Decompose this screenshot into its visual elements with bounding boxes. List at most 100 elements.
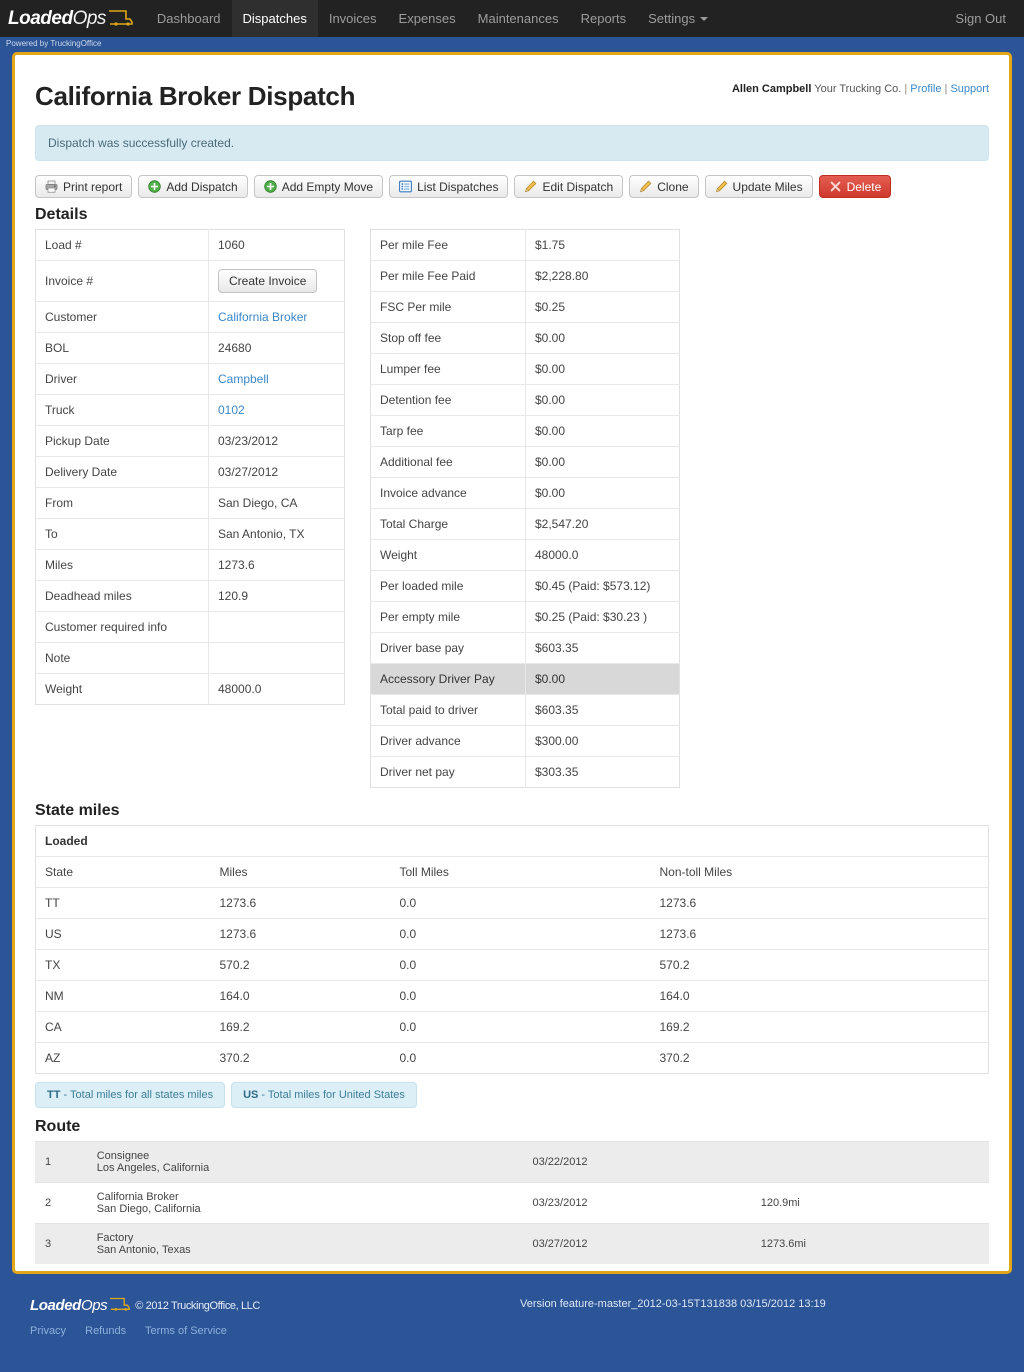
- route-section: Route 1 Consignee Los Angeles, Californi…: [35, 1118, 989, 1264]
- cell-nontoll: 1273.6: [650, 887, 989, 919]
- cell-nontoll: 169.2: [650, 1011, 989, 1043]
- pencil-icon: [715, 180, 728, 193]
- fee-value: $0.00: [525, 663, 680, 695]
- table-row: Tarp fee $0.00: [370, 415, 680, 447]
- fee-value: $0.00: [525, 446, 680, 478]
- detail-label: To: [35, 518, 209, 550]
- table-row: Miles 1273.6: [35, 549, 345, 581]
- nav-item-settings[interactable]: Settings: [637, 0, 719, 37]
- details-section: Load # 1060 Invoice # Create Invoice Cus…: [35, 229, 989, 788]
- fee-value: $603.35: [525, 694, 680, 726]
- table-row: Additional fee $0.00: [370, 446, 680, 478]
- legend-code: TT: [47, 1089, 61, 1101]
- detail-label: Delivery Date: [35, 456, 209, 488]
- detail-label: BOL: [35, 332, 209, 364]
- detail-value: 120.9: [208, 580, 345, 612]
- detail-label: Weight: [35, 673, 209, 705]
- nav-item-settings-label: Settings: [648, 11, 696, 26]
- fee-label: Additional fee: [370, 446, 526, 478]
- profile-link[interactable]: Profile: [910, 83, 941, 95]
- state-miles-section: State miles Loaded State Miles Toll Mile…: [35, 802, 989, 1108]
- terms-of-service-link[interactable]: Terms of Service: [145, 1325, 227, 1337]
- fee-label: Driver net pay: [370, 756, 526, 788]
- table-row: From San Diego, CA: [35, 487, 345, 519]
- detail-value: 48000.0: [208, 673, 345, 705]
- add-empty-move-button[interactable]: Add Empty Move: [253, 175, 384, 198]
- list-dispatches-button[interactable]: List Dispatches: [389, 175, 509, 198]
- footer-links: Privacy Refunds Terms of Service: [30, 1325, 994, 1337]
- detail-label: Pickup Date: [35, 425, 209, 457]
- fee-value: $0.00: [525, 322, 680, 354]
- table-row: Driver net pay $303.35: [370, 756, 680, 788]
- legend-item-tt: TT - Total miles for all states miles: [35, 1082, 226, 1108]
- table-row: FSC Per mile $0.25: [370, 291, 680, 323]
- fee-label: Total paid to driver: [370, 694, 526, 726]
- nav-item-dispatches[interactable]: Dispatches: [231, 0, 318, 37]
- sign-out-link[interactable]: Sign Out: [937, 0, 1024, 37]
- detail-label: Load #: [35, 229, 209, 261]
- fee-value: $0.00: [525, 477, 680, 509]
- route-stop-location: San Diego, California: [96, 1203, 201, 1215]
- fee-value: $0.25: [525, 291, 680, 323]
- truck-link[interactable]: 0102: [218, 403, 245, 417]
- route-date: 03/22/2012: [522, 1141, 751, 1183]
- table-row: Lumper fee $0.00: [370, 353, 680, 385]
- add-dispatch-button[interactable]: Add Dispatch: [138, 175, 248, 198]
- table-row: 3 Factory San Antonio, Texas 03/27/2012 …: [35, 1223, 989, 1264]
- table-row: Customer required info: [35, 611, 345, 643]
- fee-label: FSC Per mile: [370, 291, 526, 323]
- nav-item-maintenances[interactable]: Maintenances: [467, 0, 570, 37]
- nav-item-dashboard[interactable]: Dashboard: [146, 0, 232, 37]
- app-logo[interactable]: Loaded Ops: [0, 0, 146, 37]
- detail-label: Customer required info: [35, 611, 209, 643]
- print-report-button[interactable]: Print report: [35, 175, 133, 198]
- page-frame: California Broker Dispatch Allen Campbel…: [12, 52, 1012, 1274]
- driver-link[interactable]: Campbell: [218, 372, 269, 386]
- fee-value: $0.45 (Paid: $573.12): [525, 570, 680, 602]
- column-header-toll-miles: Toll Miles: [390, 856, 651, 888]
- create-invoice-button[interactable]: Create Invoice: [218, 269, 318, 293]
- table-row: US 1273.6 0.0 1273.6: [35, 918, 989, 950]
- table-row: 1 Consignee Los Angeles, California 03/2…: [35, 1141, 989, 1183]
- route-number: 1: [35, 1141, 87, 1183]
- customer-link[interactable]: California Broker: [218, 310, 307, 324]
- route-distance: [750, 1141, 950, 1183]
- cell-state: NM: [35, 980, 211, 1012]
- table-row: Weight 48000.0: [370, 539, 680, 571]
- route-heading: Route: [35, 1118, 81, 1135]
- nav-item-invoices[interactable]: Invoices: [318, 0, 388, 37]
- nav-item-expenses[interactable]: Expenses: [388, 0, 467, 37]
- delete-button[interactable]: Delete: [818, 175, 892, 198]
- detail-label: Driver: [35, 363, 209, 395]
- clone-button[interactable]: Clone: [629, 175, 699, 198]
- detail-label: From: [35, 487, 209, 519]
- copyright-text: © 2012 TruckingOffice, LLC: [135, 1299, 260, 1312]
- edit-dispatch-button[interactable]: Edit Dispatch: [514, 175, 624, 198]
- privacy-link[interactable]: Privacy: [30, 1325, 66, 1337]
- refunds-link[interactable]: Refunds: [85, 1325, 126, 1337]
- fee-label: Invoice advance: [370, 477, 526, 509]
- detail-value: California Broker: [208, 301, 345, 333]
- fee-value: $0.00: [525, 353, 680, 385]
- fee-label: Tarp fee: [370, 415, 526, 447]
- route-stop: Consignee Los Angeles, California: [86, 1141, 523, 1183]
- legend-code: US: [243, 1089, 259, 1101]
- fee-label: Per loaded mile: [370, 570, 526, 602]
- fee-value: $0.00: [525, 415, 680, 447]
- cell-miles: 1273.6: [210, 918, 391, 950]
- logo-text-primary: Loaded: [8, 8, 73, 29]
- table-row: Weight 48000.0: [35, 673, 345, 705]
- cell-miles: 370.2: [210, 1042, 391, 1074]
- cell-toll: 0.0: [390, 949, 651, 981]
- support-link[interactable]: Support: [950, 83, 989, 95]
- route-date: 03/27/2012: [522, 1223, 751, 1264]
- list-icon: [399, 180, 413, 193]
- cell-nontoll: 1273.6: [650, 918, 989, 950]
- table-row: Stop off fee $0.00: [370, 322, 680, 354]
- table-row: To San Antonio, TX: [35, 518, 345, 550]
- update-miles-button[interactable]: Update Miles: [704, 175, 813, 198]
- nav-item-reports[interactable]: Reports: [570, 0, 638, 37]
- fee-label: Per empty mile: [370, 601, 526, 633]
- cell-state: AZ: [35, 1042, 211, 1074]
- cell-nontoll: 570.2: [650, 949, 989, 981]
